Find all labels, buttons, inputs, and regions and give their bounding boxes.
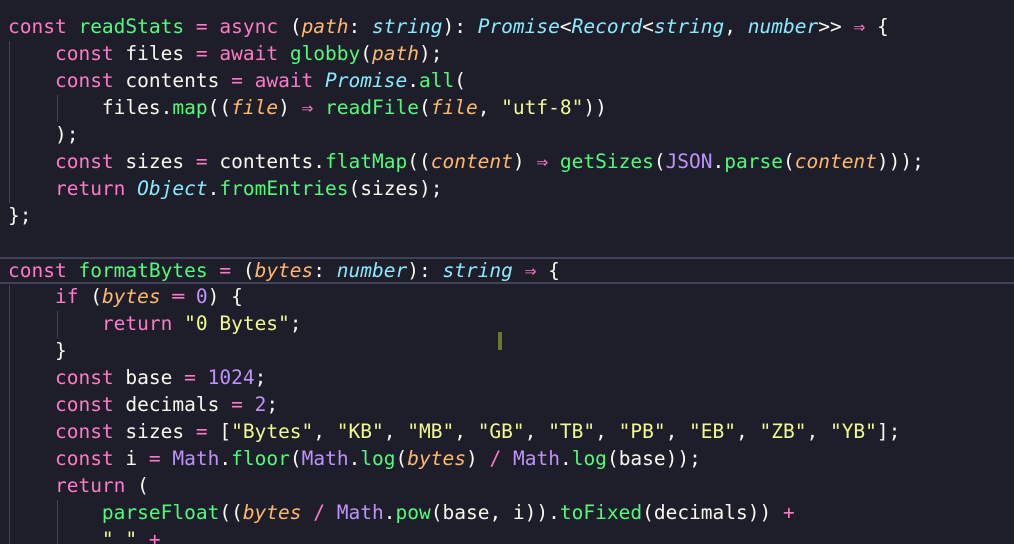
code-line[interactable] xyxy=(8,229,1014,256)
code-line[interactable]: " " + xyxy=(8,526,1014,544)
code-line[interactable]: files.map((file) ⇒ readFile(file, "utf-8… xyxy=(8,94,1014,121)
code-line[interactable]: ); xyxy=(8,121,1014,148)
code-editor[interactable]: const readStats = async (path: string): … xyxy=(0,0,1014,544)
code-line[interactable]: const base = 1024; xyxy=(8,364,1014,391)
code-line[interactable]: }; xyxy=(8,202,1014,229)
code-line[interactable]: if (bytes ═ 0) { xyxy=(8,283,1014,310)
code-line[interactable]: const decimals = 2; xyxy=(8,391,1014,418)
code-line[interactable]: const readStats = async (path: string): … xyxy=(8,13,1014,40)
code-line[interactable]: } xyxy=(8,337,1014,364)
code-line[interactable]: const sizes = ["Bytes", "KB", "MB", "GB"… xyxy=(8,418,1014,445)
code-line[interactable]: parseFloat((bytes / Math.pow(base, i)).t… xyxy=(8,499,1014,526)
code-line[interactable]: return Object.fromEntries(sizes); xyxy=(8,175,1014,202)
code-line[interactable]: return "0 Bytes"; xyxy=(8,310,1014,337)
code-line[interactable]: const sizes = contents.flatMap((content)… xyxy=(8,148,1014,175)
code-line[interactable]: return ( xyxy=(8,472,1014,499)
code-line[interactable]: const contents = await Promise.all( xyxy=(8,67,1014,94)
code-line[interactable]: const files = await globby(path); xyxy=(8,40,1014,67)
code-line[interactable]: const i = Math.floor(Math.log(bytes) / M… xyxy=(8,445,1014,472)
current-code-line[interactable]: const formatBytes = (bytes: number): str… xyxy=(0,257,1014,284)
